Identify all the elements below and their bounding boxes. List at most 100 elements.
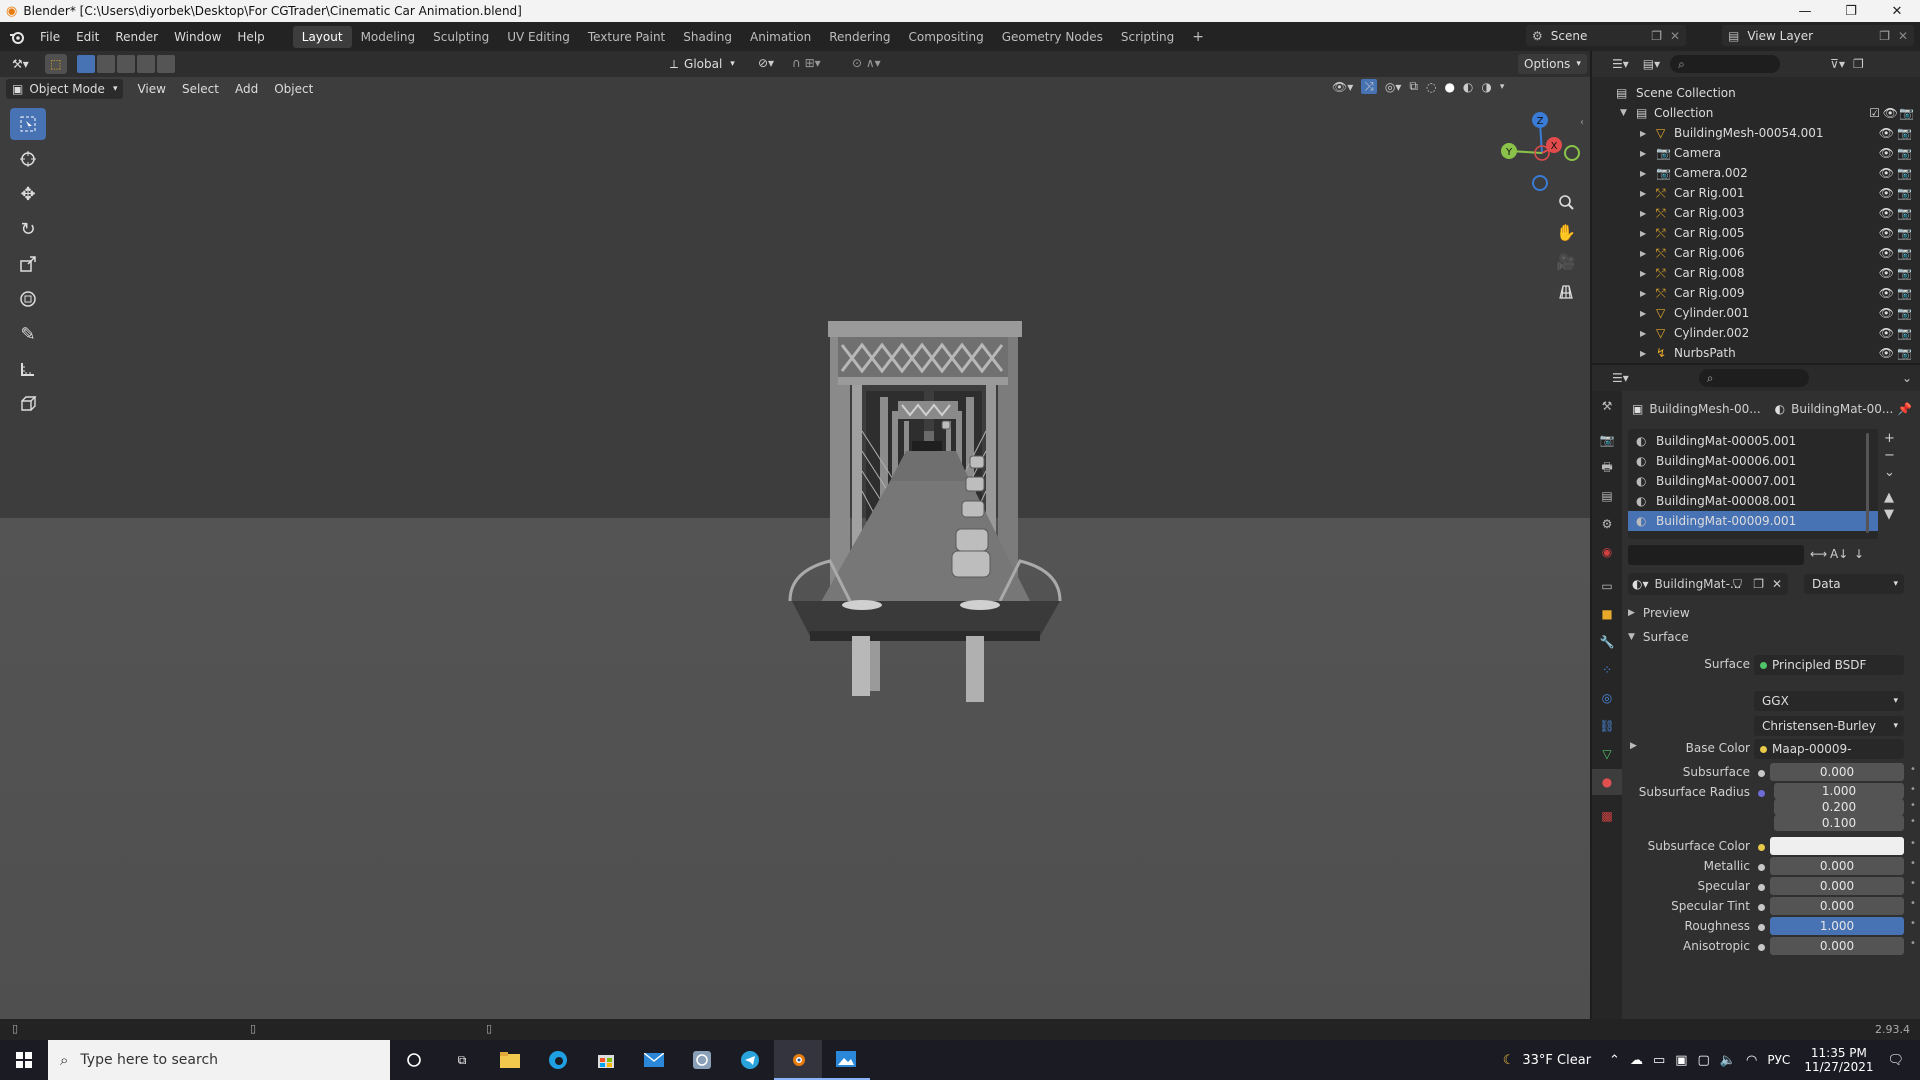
add-cube-tool-icon[interactable] — [10, 388, 46, 420]
param-value-field[interactable]: 0.200 — [1774, 799, 1904, 815]
pan-hand-icon[interactable]: ✋ — [1553, 219, 1579, 245]
param-value-field[interactable]: 0.000 — [1770, 763, 1904, 781]
delete-view-layer-icon[interactable]: ✕ — [1898, 29, 1908, 43]
rendered-shading-icon[interactable]: ◑ — [1481, 80, 1491, 94]
view-layer-selector[interactable]: ▤ View Layer ❐ ✕ — [1722, 25, 1914, 46]
render-camera-icon[interactable]: 📷 — [1897, 326, 1912, 340]
object-mode-dropdown[interactable]: ▣ Object Mode ▾ — [6, 79, 124, 99]
duplicate-material-icon[interactable]: ❐ — [1753, 577, 1764, 591]
select-invert-icon[interactable] — [136, 55, 155, 73]
scale-tool-icon[interactable] — [10, 248, 46, 280]
onedrive-icon[interactable]: ☁ — [1630, 1053, 1643, 1068]
solid-shading-icon[interactable]: ● — [1444, 80, 1454, 94]
particles-tab-icon[interactable]: ⁘ — [1592, 657, 1622, 683]
mail-icon[interactable] — [630, 1040, 678, 1080]
keyframe-dot-icon[interactable]: • — [1910, 898, 1916, 909]
remove-slot-button[interactable]: − — [1884, 448, 1895, 463]
file-explorer-icon[interactable] — [486, 1040, 534, 1080]
new-scene-icon[interactable]: ❐ — [1651, 29, 1662, 43]
3d-viewport[interactable]: Z Y X ✋ 🎥 ‹ — [0, 51, 1590, 1019]
param-value-field[interactable]: 0.000 — [1770, 857, 1904, 875]
render-camera-icon[interactable]: 📷 — [1897, 246, 1912, 260]
render-tab-icon[interactable]: 📷 — [1592, 427, 1622, 453]
render-camera-icon[interactable]: 📷 — [1897, 126, 1912, 140]
visibility-eye-icon[interactable]: 👁 — [1879, 226, 1894, 240]
close-button[interactable]: ✕ — [1874, 0, 1920, 22]
outliner-item[interactable]: ▶ ▽ Cylinder.001 👁 📷 — [1592, 303, 1920, 323]
blender-taskbar-icon[interactable] — [774, 1040, 822, 1080]
link-dropdown[interactable]: Data ▾ — [1804, 574, 1904, 594]
telegram-icon[interactable] — [726, 1040, 774, 1080]
keyframe-dot-icon[interactable]: • — [1910, 858, 1916, 869]
tab-modeling[interactable]: Modeling — [352, 26, 425, 48]
render-camera-icon[interactable]: 📷 — [1897, 266, 1912, 280]
outliner-item[interactable]: ▶ ⤲ Car Rig.005 👁 📷 — [1592, 223, 1920, 243]
menu-window[interactable]: Window — [166, 26, 229, 48]
outliner-scene-collection[interactable]: ▤ Scene Collection — [1592, 83, 1920, 103]
expand-arrow-icon[interactable]: ▶ — [1640, 289, 1646, 298]
annotate-tool-icon[interactable]: ✎ — [10, 318, 46, 350]
add-workspace-icon[interactable]: + — [1183, 26, 1213, 48]
expand-arrow-icon[interactable]: ▶ — [1640, 249, 1646, 258]
socket-dot-icon[interactable] — [1758, 770, 1765, 777]
move-slot-up-icon[interactable]: ▲ — [1884, 490, 1895, 505]
keyframe-dot-icon[interactable]: • — [1910, 878, 1916, 889]
expand-arrow-icon[interactable]: ▶ — [1640, 349, 1646, 358]
wifi-icon[interactable]: ◠ — [1746, 1053, 1757, 1068]
base-color-expand-icon[interactable]: ▶ — [1630, 741, 1637, 751]
param-value-field[interactable]: 1.000 — [1770, 917, 1904, 935]
outliner-item[interactable]: ▶ ▽ BuildingMesh-00054.001 👁 📷 — [1592, 123, 1920, 143]
tray-monitor-icon[interactable]: ▣ — [1675, 1053, 1687, 1068]
select-box-tool-icon[interactable]: ⬚ — [44, 54, 67, 74]
outliner-item[interactable]: ▶ ⤲ Car Rig.009 👁 📷 — [1592, 283, 1920, 303]
surface-shader-field[interactable]: Principled BSDF — [1754, 655, 1904, 675]
tab-rendering[interactable]: Rendering — [820, 26, 899, 48]
visibility-eye-icon[interactable]: 👁 — [1879, 326, 1894, 340]
outliner-item[interactable]: ▶ ⤲ Car Rig.006 👁 📷 — [1592, 243, 1920, 263]
select-intersect-icon[interactable] — [156, 55, 175, 73]
visibility-eye-icon[interactable]: 👁 — [1879, 166, 1894, 180]
expand-arrow-icon[interactable]: ▶ — [1640, 129, 1646, 138]
visibility-eye-icon[interactable]: 👁 — [1879, 306, 1894, 320]
xray-icon[interactable]: ⧉ — [1409, 79, 1418, 94]
material-slot-item[interactable]: ◐ BuildingMat-00009.001 — [1628, 511, 1878, 531]
zoom-icon[interactable] — [1553, 189, 1579, 215]
render-camera-icon[interactable]: 📷 — [1897, 166, 1912, 180]
socket-dot-icon[interactable] — [1758, 884, 1765, 891]
outliner-item[interactable]: ▶ 📷 Camera 👁 📷 — [1592, 143, 1920, 163]
surface-panel-header[interactable]: ▼ Surface — [1628, 627, 1689, 647]
chevron-down-icon[interactable]: ▾ — [1500, 82, 1505, 92]
material-browse-icon[interactable]: ◐▾ — [1632, 577, 1649, 591]
menu-add[interactable]: Add — [227, 82, 266, 96]
properties-search-input[interactable]: ⌕ — [1698, 369, 1809, 387]
volume-icon[interactable]: 🔈 — [1720, 1053, 1736, 1068]
data-tab-icon[interactable]: ▽ — [1592, 741, 1622, 767]
menu-view[interactable]: View — [129, 82, 173, 96]
keyframe-dot-icon[interactable]: • — [1910, 838, 1916, 849]
outliner-collection[interactable]: ▼ ▤ Collection ☑ 👁 📷 — [1592, 103, 1920, 123]
tab-sculpting[interactable]: Sculpting — [424, 26, 498, 48]
pin-icon[interactable]: 📌 — [1897, 402, 1912, 416]
subsurface-method-dropdown[interactable]: Christensen-Burley ▾ — [1754, 716, 1904, 736]
photos-icon[interactable] — [822, 1040, 870, 1080]
input-language[interactable]: РУС — [1767, 1053, 1790, 1067]
tray-app-icon[interactable]: ▭ — [1653, 1053, 1665, 1068]
clock[interactable]: 11:35 PM 11/27/2021 — [1804, 1046, 1873, 1074]
outliner-item[interactable]: ▶ 📷 Camera.002 👁 📷 — [1592, 163, 1920, 183]
select-extend-icon[interactable] — [96, 55, 115, 73]
visibility-eye-icon[interactable]: 👁 — [1879, 186, 1894, 200]
render-camera-icon[interactable]: 📷 — [1897, 346, 1912, 360]
tool-tab-icon[interactable]: ⚒ — [1592, 393, 1622, 419]
distribution-dropdown[interactable]: GGX ▾ — [1754, 691, 1904, 711]
keyframe-dot-icon[interactable]: • — [1910, 764, 1916, 775]
properties-editor-icon[interactable]: ☰▾ — [1612, 371, 1629, 385]
render-camera-icon[interactable]: 📷 — [1897, 286, 1912, 300]
subsurface-color-swatch[interactable] — [1770, 837, 1904, 855]
edge-browser-icon[interactable] — [534, 1040, 582, 1080]
scene-selector[interactable]: ⚙ Scene ❐ ✕ — [1526, 25, 1686, 46]
snap-icon[interactable]: ∩ ⊞▾ — [792, 56, 821, 70]
outliner-item[interactable]: ▶ ⤲ Car Rig.001 👁 📷 — [1592, 183, 1920, 203]
measure-tool-icon[interactable] — [10, 353, 46, 385]
expand-arrow-icon[interactable]: ▶ — [1640, 209, 1646, 218]
display-mode-icon[interactable]: ▤▾ — [1643, 57, 1660, 71]
